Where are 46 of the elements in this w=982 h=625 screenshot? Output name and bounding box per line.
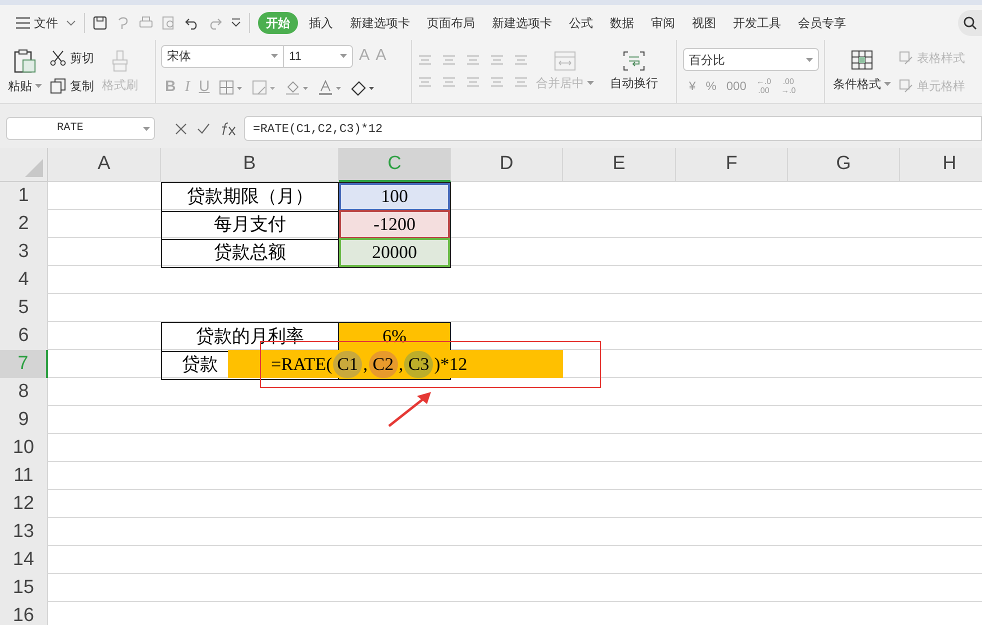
row-header[interactable]: 16 xyxy=(0,602,48,625)
row-header[interactable]: 12 xyxy=(0,490,48,520)
column-header[interactable]: D xyxy=(451,148,563,182)
menu-tab[interactable]: 数据 xyxy=(604,12,640,34)
paste-button[interactable]: 粘贴 xyxy=(8,48,42,94)
cut-button[interactable]: 剪切 xyxy=(50,48,94,66)
name-box[interactable]: RATE xyxy=(6,117,155,140)
table-cell: 100 xyxy=(339,182,451,212)
row-header[interactable]: 6 xyxy=(0,322,48,352)
row-header[interactable]: 10 xyxy=(0,434,48,464)
column-header[interactable]: A xyxy=(48,148,161,182)
column-header[interactable]: F xyxy=(676,148,788,182)
column-header[interactable]: B xyxy=(161,148,339,182)
menu-tab[interactable]: 新建选项卡 xyxy=(486,12,558,34)
menu-tab[interactable]: 会员专享 xyxy=(792,12,852,34)
cell-editor[interactable]: =RATE( C1 , C2 , C3 )*12 xyxy=(228,350,563,378)
menu-tab[interactable]: 视图 xyxy=(686,12,722,34)
menu-tab[interactable]: 公式 xyxy=(563,12,599,34)
menu-tab[interactable]: 页面布局 xyxy=(421,12,481,34)
row-header[interactable]: 1 xyxy=(0,182,48,212)
column-header[interactable]: G xyxy=(788,148,900,182)
wrap-text-button[interactable]: 自动换行 xyxy=(610,51,658,92)
copy-button[interactable]: 复制 xyxy=(50,76,94,94)
column-header[interactable]: E xyxy=(563,148,676,182)
row-header[interactable]: 14 xyxy=(0,546,48,576)
row-header[interactable]: 13 xyxy=(0,518,48,548)
menu-tab[interactable]: 审阅 xyxy=(645,12,681,34)
menu-tab[interactable]: 插入 xyxy=(303,12,339,34)
row-header[interactable]: 2 xyxy=(0,210,48,240)
number-format-field[interactable]: 百分比 xyxy=(683,48,819,71)
row-header[interactable]: 15 xyxy=(0,574,48,604)
conditional-format-button[interactable]: 条件格式 xyxy=(833,50,891,93)
row-header[interactable]: 3 xyxy=(0,238,48,268)
formula-field[interactable]: =RATE(C1,C2,C3)*12 xyxy=(244,116,982,141)
row-header[interactable]: 4 xyxy=(0,266,48,296)
table-cell: 贷款期限（月） xyxy=(161,182,339,212)
table-cell: -1200 xyxy=(339,210,451,240)
row-header[interactable]: 11 xyxy=(0,462,48,492)
row-header[interactable]: 9 xyxy=(0,406,48,436)
row-header[interactable]: 5 xyxy=(0,294,48,324)
table-cell: 20000 xyxy=(339,238,451,268)
file-menu[interactable]: 文件 xyxy=(12,14,62,32)
column-header[interactable]: H xyxy=(900,148,982,182)
menu-tab[interactable]: 开发工具 xyxy=(727,12,787,34)
row-header[interactable]: 8 xyxy=(0,378,48,408)
menu-tab[interactable]: 新建选项卡 xyxy=(344,12,416,34)
